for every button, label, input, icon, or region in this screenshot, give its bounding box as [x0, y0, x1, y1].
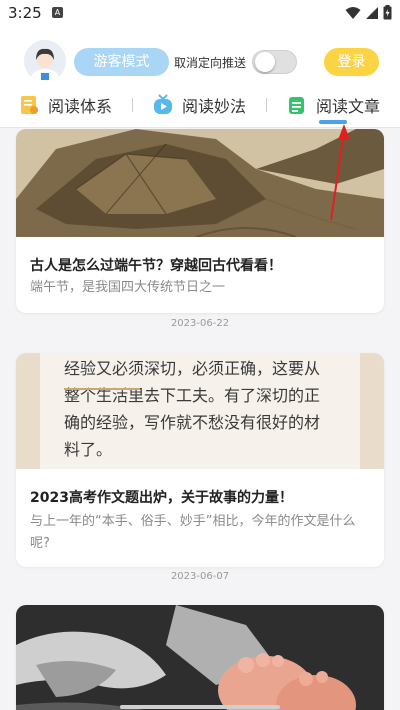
zongzi-image	[16, 129, 384, 237]
image-quote: 经验又必须深切，必须正确，这要从 整个生活里去下工夫。有了深切的正 确的经验，写…	[64, 355, 364, 463]
article-image: 经验又必须深切，必须正确，这要从 整个生活里去下工夫。有了深切的正 确的经验，写…	[16, 353, 384, 469]
article-subtitle: 与上一年的“本手、俗手、妙手”相比，今年的作文是什么呢?	[30, 514, 356, 551]
tab-reading-articles[interactable]: 阅读文章	[286, 90, 380, 120]
push-toggle[interactable]	[252, 50, 297, 74]
tv-icon	[154, 94, 172, 114]
tab-label: 阅读体系	[48, 97, 113, 116]
quote-line: 经验又必须深切，必须正确，这要从	[64, 359, 321, 378]
tab-divider	[132, 98, 133, 112]
article-card[interactable]	[16, 605, 384, 710]
tab-reading-system[interactable]: 阅读体系	[18, 90, 112, 120]
tab-label: 阅读妙法	[182, 97, 247, 116]
article-card[interactable]: 古人是怎么过端午节？穿越回古代看看！ 端午节，是我国四大传统节日之一	[16, 129, 384, 313]
image-edge	[16, 353, 40, 469]
tab-reading-methods[interactable]: 阅读妙法	[152, 90, 246, 120]
home-indicator[interactable]	[120, 705, 280, 709]
article-date: 2023-06-07	[170, 571, 230, 582]
article-image	[16, 605, 384, 710]
signal-icon	[366, 6, 378, 19]
tab-divider	[266, 98, 267, 112]
highlight-underline	[64, 388, 140, 390]
app-header: 游客模式 取消定向推送 登录 阅读体系 阅读妙法 阅读文章	[0, 28, 400, 128]
notification-icon: A	[52, 7, 63, 18]
active-tab-indicator	[319, 120, 347, 124]
toggle-knob	[255, 52, 275, 72]
status-time: 3:25	[8, 4, 42, 22]
tab-label: 阅读文章	[316, 97, 381, 116]
tab-bar: 阅读体系 阅读妙法 阅读文章	[0, 90, 400, 120]
avatar[interactable]	[24, 40, 66, 82]
article-title: 古人是怎么过端午节？穿越回古代看看！	[30, 258, 282, 274]
article-title: 2023高考作文题出炉，关于故事的力量！	[30, 490, 293, 506]
article-date: 2023-06-22	[170, 318, 230, 329]
guest-mode-button[interactable]: 游客模式	[74, 48, 169, 76]
push-setting-label: 取消定向推送	[174, 56, 247, 70]
status-icons	[345, 5, 392, 20]
article-card[interactable]: 经验又必须深切，必须正确，这要从 整个生活里去下工夫。有了深切的正 确的经验，写…	[16, 353, 384, 567]
battery-icon	[383, 5, 392, 20]
article-subtitle: 端午节，是我国四大传统节日之一	[30, 280, 226, 295]
article-image	[16, 129, 384, 237]
quote-line: 整个生活里去下工夫。有了深切的正	[64, 386, 321, 405]
article-feed[interactable]: 古人是怎么过端午节？穿越回古代看看！ 端午节，是我国四大传统节日之一 2023-…	[0, 129, 400, 710]
document-icon	[289, 97, 304, 114]
book-icon	[21, 96, 38, 114]
quote-line: 料了。	[64, 440, 113, 459]
user-avatar-icon	[24, 40, 66, 82]
login-button[interactable]: 登录	[324, 48, 379, 76]
quote-line: 确的经验，写作就不愁没有很好的材	[64, 413, 321, 432]
wifi-icon	[345, 6, 361, 19]
status-bar: 3:25 A	[0, 0, 400, 28]
baby-feet-image	[16, 605, 384, 710]
